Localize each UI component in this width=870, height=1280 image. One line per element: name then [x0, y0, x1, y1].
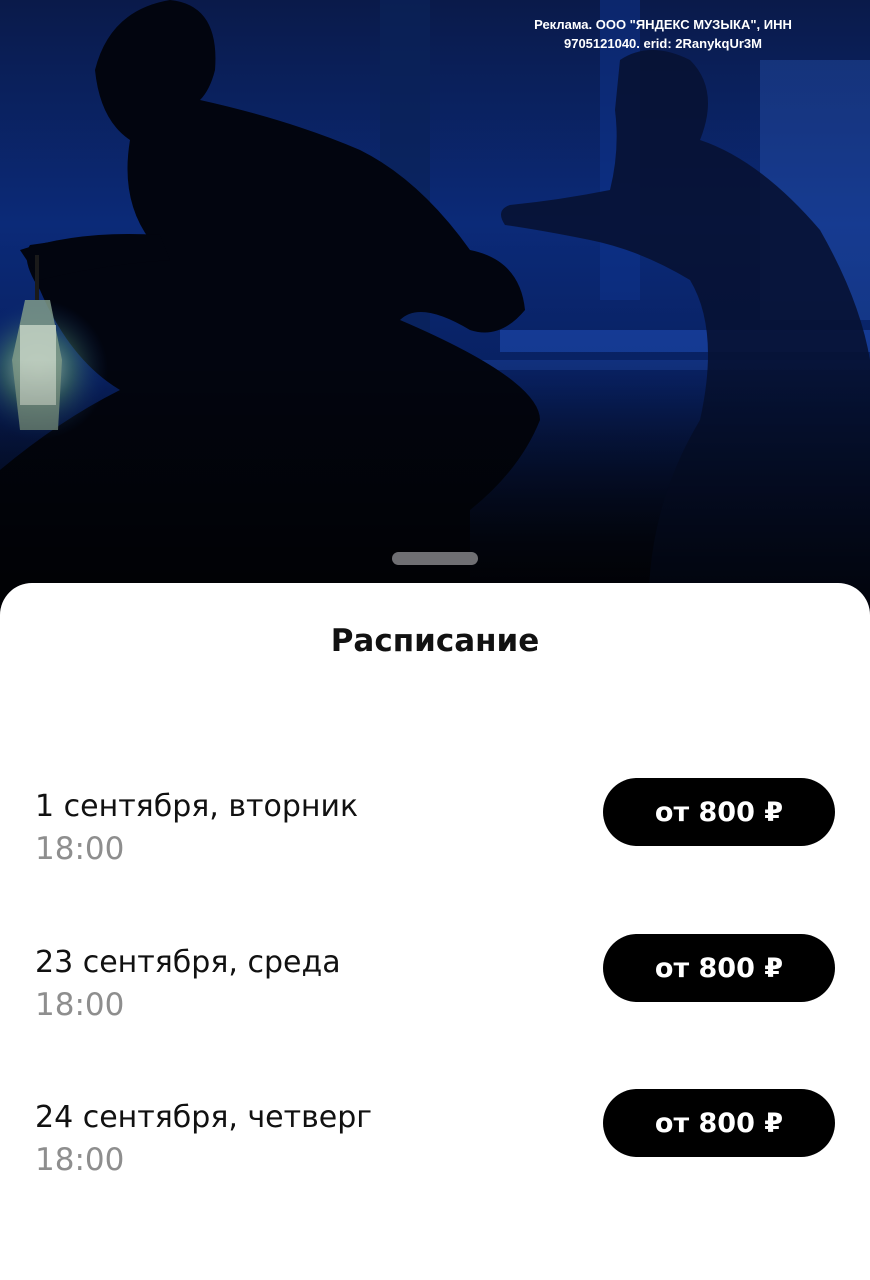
session-item: 24 сентября, четверг 18:00 от 800 ₽: [0, 1089, 870, 1200]
session-item: 1 сентября, вторник 18:00 от 800 ₽: [0, 778, 870, 889]
hero-image: Реклама. ООО "ЯНДЕКС МУЗЫКА", ИНН 970512…: [0, 0, 870, 640]
session-date: 24 сентября, четверг: [35, 1100, 373, 1135]
session-time: 18:00: [35, 831, 125, 867]
schedule-sheet: Расписание 1 сентября, вторник 18:00 от …: [0, 583, 870, 1280]
buy-ticket-button[interactable]: от 800 ₽: [603, 778, 835, 846]
sheet-title: Расписание: [330, 623, 540, 659]
ad-disclaimer-line1: Реклама. ООО "ЯНДЕКС МУЗЫКА", ИНН: [534, 17, 792, 32]
hero-illustration: [0, 0, 870, 640]
buy-ticket-button[interactable]: от 800 ₽: [603, 1089, 835, 1157]
session-date: 1 сентября, вторник: [35, 789, 359, 824]
screen: Реклама. ООО "ЯНДЕКС МУЗЫКА", ИНН 970512…: [0, 0, 870, 1280]
session-date: 23 сентября, среда: [35, 945, 341, 980]
session-time: 18:00: [35, 1142, 125, 1178]
buy-ticket-button[interactable]: от 800 ₽: [603, 934, 835, 1002]
sheet-drag-handle[interactable]: [392, 552, 478, 565]
ad-disclaimer-line2: 9705121040. erid: 2RanykqUr3M: [563, 36, 762, 51]
session-item: 23 сентября, среда 18:00 от 800 ₽: [0, 934, 870, 1045]
session-time: 18:00: [35, 987, 125, 1023]
ad-disclaimer: Реклама. ООО "ЯНДЕКС МУЗЫКА", ИНН 970512…: [518, 15, 808, 53]
